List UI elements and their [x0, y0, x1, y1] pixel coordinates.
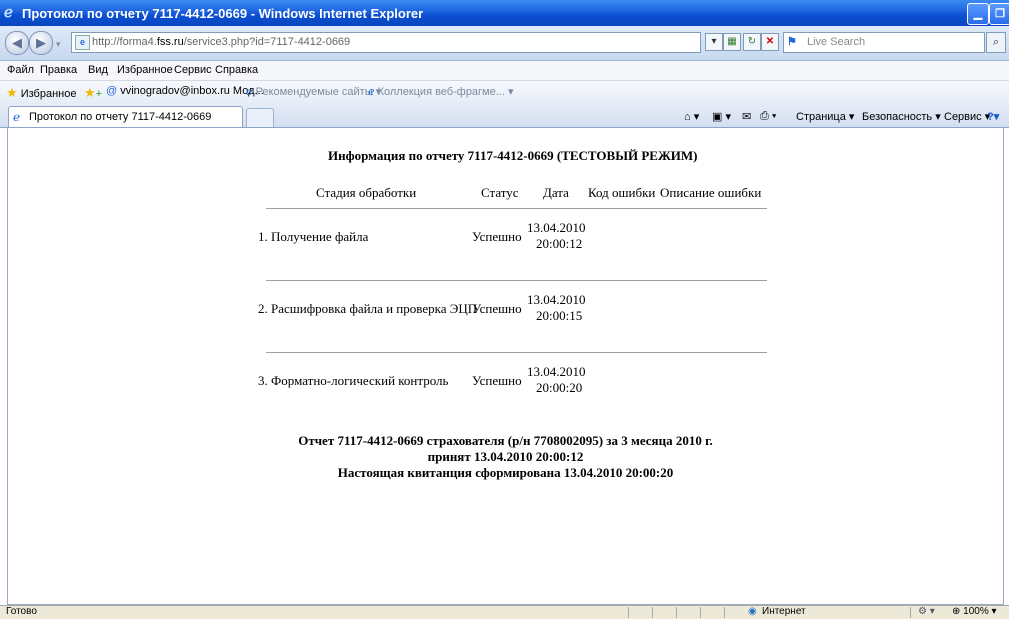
feeds-icon[interactable]: ▣ ▾	[712, 110, 731, 123]
title-bar: ℯ Протокол по отчету 7117-4412-0669 - Wi…	[0, 0, 1009, 26]
row-3-status: Успешно	[472, 373, 522, 388]
status-separator	[724, 607, 725, 618]
address-toolbar: ◀ ▶ ▾ e http://forma4.fss.ru/service3.ph…	[0, 26, 1009, 61]
report-footer-line-2: принят 13.04.2010 20:00:12	[427, 449, 584, 464]
mail-icon[interactable]: ✉	[742, 110, 751, 123]
compatibility-view-icon[interactable]: ▦	[723, 33, 741, 51]
menu-edit[interactable]: Правка	[40, 64, 77, 76]
help-icon[interactable]: ?▾	[987, 110, 999, 123]
page-icon: e	[75, 35, 90, 50]
star-icon: ★	[6, 85, 18, 100]
search-input[interactable]: ⚑ Live Search	[783, 32, 985, 53]
page-content: Информация по отчету 7117-4412-0669 (ТЕС…	[7, 128, 1004, 605]
tab-report[interactable]: ℯ Протокол по отчету 7117-4412-0669	[8, 106, 243, 127]
row-1-date: 13.04.2010	[527, 220, 586, 235]
add-favorite-icon[interactable]: ★+	[84, 85, 102, 101]
status-separator	[910, 607, 911, 618]
security-zone-label[interactable]: Интернет	[762, 606, 806, 617]
status-separator	[700, 607, 701, 618]
safety-menu[interactable]: Безопасность ▾	[862, 110, 941, 123]
status-bar: Готово ◉ Интернет ⚙ ▾ ⊕ 100% ▾	[0, 605, 1009, 619]
menu-view[interactable]: Вид	[88, 64, 108, 76]
row-2-time: 20:00:15	[536, 308, 583, 323]
live-search-icon: ⚑	[787, 36, 797, 48]
row-3-date: 13.04.2010	[527, 364, 586, 379]
table-divider	[266, 280, 767, 281]
search-placeholder: Live Search	[807, 36, 866, 48]
page-menu[interactable]: Страница ▾	[796, 110, 854, 123]
tab-label: Протокол по отчету 7117-4412-0669	[29, 111, 212, 123]
globe-icon: ◉	[748, 606, 757, 617]
address-url: http://forma4.fss.ru/service3.php?id=711…	[92, 36, 351, 48]
menu-help[interactable]: Справка	[215, 64, 258, 76]
maximize-button[interactable]: ❐	[989, 3, 1009, 25]
address-dropdown-icon[interactable]: ▾	[705, 33, 723, 51]
row-3-stage: 3. Форматно-логический контроль	[258, 373, 449, 388]
favorite-link-webslices[interactable]: ℯ Коллекция веб-фрагме... ▾	[368, 85, 514, 98]
favorite-link-suggested[interactable]: ℯ Рекомендуемые сайты ▾	[246, 85, 381, 98]
column-header-error-code: Код ошибки	[588, 185, 656, 200]
recent-pages-dropdown-icon[interactable]: ▾	[56, 39, 61, 50]
address-input[interactable]: e http://forma4.fss.ru/service3.php?id=7…	[71, 32, 701, 53]
report-footer-line-3: Настоящая квитанция сформирована 13.04.2…	[337, 465, 674, 480]
zoom-control[interactable]: ⊕ 100% ▾	[952, 606, 997, 617]
row-1-status: Успешно	[472, 229, 522, 244]
tab-page-icon: ℯ	[13, 110, 21, 124]
status-text: Готово	[6, 606, 37, 617]
row-1-time: 20:00:12	[536, 236, 583, 251]
window-title: Протокол по отчету 7117-4412-0669 - Wind…	[22, 6, 424, 21]
ie-logo-icon: ℯ	[4, 4, 13, 21]
favorites-button[interactable]: ★ Избранное	[6, 85, 76, 101]
column-header-date: Дата	[543, 185, 569, 200]
menu-file[interactable]: Файл	[7, 64, 34, 76]
report-footer-line-1: Отчет 7117-4412-0669 страхователя (р/н 7…	[298, 433, 713, 448]
refresh-icon[interactable]: ↻	[743, 33, 761, 51]
row-2-stage: 2. Расшифровка файла и проверка ЭЦП	[258, 301, 478, 316]
favorites-bar: ★ Избранное ★+ @ vvinogradov@inbox.ru Мо…	[0, 81, 1009, 104]
print-icon[interactable]: ⎙ ▾	[760, 110, 776, 123]
row-1-stage: 1. Получение файла	[258, 229, 369, 244]
protected-mode-icon[interactable]: ⚙ ▾	[918, 606, 935, 617]
report-heading: Информация по отчету 7117-4412-0669 (ТЕС…	[328, 148, 698, 163]
table-divider	[266, 352, 767, 353]
column-header-status: Статус	[481, 185, 519, 200]
minimize-button[interactable]: ▁	[967, 3, 989, 25]
table-divider	[266, 208, 767, 209]
forward-button[interactable]: ▶	[29, 31, 53, 55]
column-header-stage: Стадия обработки	[316, 185, 417, 200]
stop-icon[interactable]: ✕	[761, 33, 779, 51]
row-3-time: 20:00:20	[536, 380, 583, 395]
favorite-link-inbox[interactable]: @ vvinogradov@inbox.ru Мод...	[106, 85, 264, 97]
tools-menu[interactable]: Сервис ▾	[944, 110, 990, 123]
menu-tools[interactable]: Сервис	[174, 64, 212, 76]
menu-favorites[interactable]: Избранное	[117, 64, 173, 76]
row-2-date: 13.04.2010	[527, 292, 586, 307]
column-header-error-description: Описание ошибки	[660, 185, 762, 200]
home-icon[interactable]: ⌂ ▾	[684, 110, 699, 123]
new-tab-button[interactable]	[246, 108, 274, 127]
status-separator	[652, 607, 653, 618]
search-icon[interactable]: ⌕	[986, 32, 1006, 53]
back-button[interactable]: ◀	[5, 31, 29, 55]
menu-bar: Файл Правка Вид Избранное Сервис Справка	[0, 61, 1009, 81]
status-separator	[676, 607, 677, 618]
tab-bar: ℯ Протокол по отчету 7117-4412-0669 ⌂ ▾ …	[0, 103, 1009, 128]
status-separator	[628, 607, 629, 618]
row-2-status: Успешно	[472, 301, 522, 316]
